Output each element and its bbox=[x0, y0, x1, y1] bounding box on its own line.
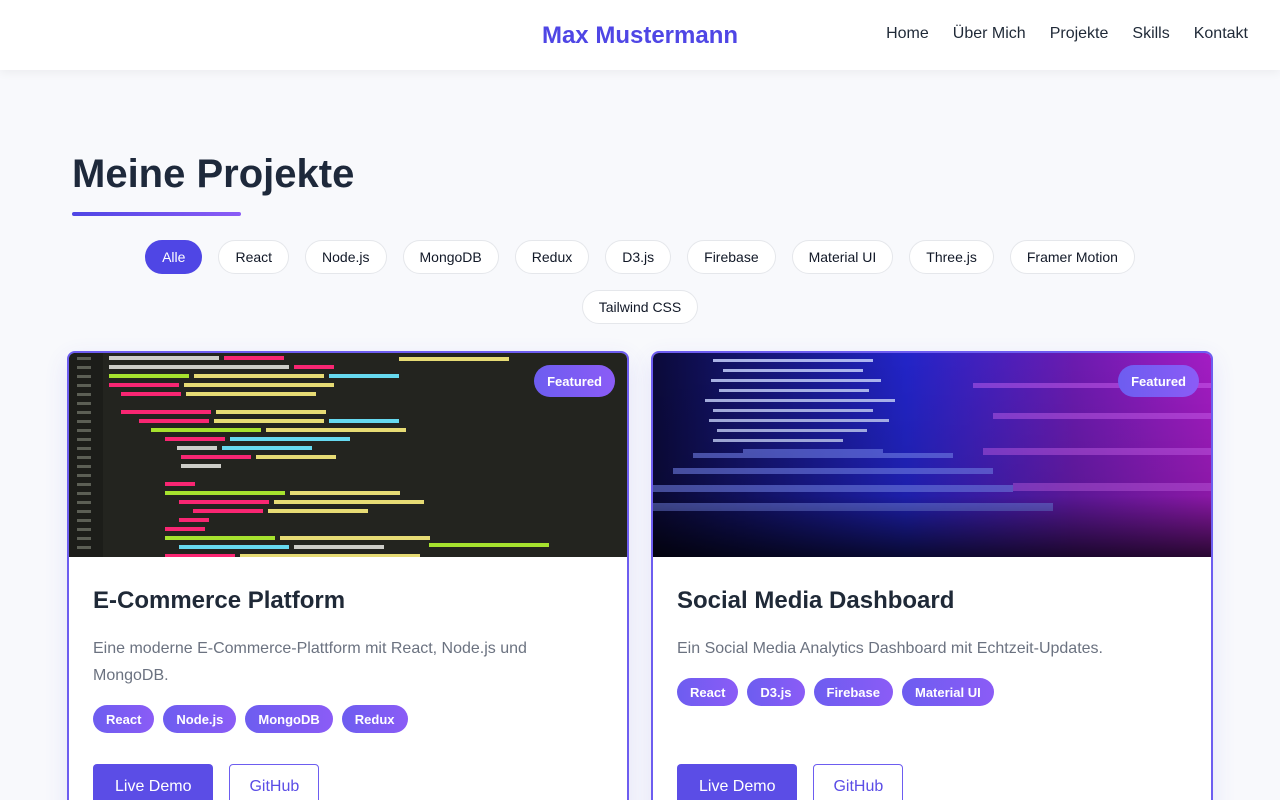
tag-d3js: D3.js bbox=[747, 678, 805, 706]
main-nav: Home Über Mich Projekte Skills Kontakt bbox=[886, 25, 1248, 43]
filter-nodejs[interactable]: Node.js bbox=[305, 240, 387, 274]
filter-threejs[interactable]: Three.js bbox=[909, 240, 994, 274]
tag-list: React Node.js MongoDB Redux bbox=[93, 705, 603, 733]
card-actions: Live Demo GitHub bbox=[677, 764, 904, 800]
filter-redux[interactable]: Redux bbox=[514, 240, 590, 274]
page-title: Meine Projekte bbox=[72, 152, 355, 196]
filter-framer-motion[interactable]: Framer Motion bbox=[1009, 240, 1135, 274]
tag-react: React bbox=[677, 678, 739, 706]
project-description: Eine moderne E-Commerce-Plattform mit Re… bbox=[93, 640, 527, 684]
filter-mongodb[interactable]: MongoDB bbox=[402, 240, 499, 274]
tag-react: React bbox=[93, 705, 155, 733]
nav-projects[interactable]: Projekte bbox=[1050, 25, 1109, 43]
nav-skills[interactable]: Skills bbox=[1132, 25, 1169, 43]
project-card[interactable]: Featured E-Commerce Platform Eine modern… bbox=[67, 351, 629, 800]
tag-redux: Redux bbox=[341, 705, 408, 733]
brand-name[interactable]: Max Mustermann bbox=[542, 22, 738, 49]
card-actions: Live Demo GitHub bbox=[93, 764, 320, 800]
nav-home[interactable]: Home bbox=[886, 25, 929, 43]
github-button[interactable]: GitHub bbox=[813, 764, 904, 800]
tag-firebase: Firebase bbox=[813, 678, 893, 706]
project-title: Social Media Dashboard bbox=[677, 587, 955, 614]
filter-all[interactable]: Alle bbox=[145, 240, 203, 274]
nav-contact[interactable]: Kontakt bbox=[1194, 25, 1248, 43]
filter-tailwind-css[interactable]: Tailwind CSS bbox=[581, 290, 699, 324]
tag-material-ui: Material UI bbox=[901, 678, 994, 706]
filter-react[interactable]: React bbox=[218, 240, 290, 274]
project-description: Ein Social Media Analytics Dashboard mit… bbox=[677, 640, 1103, 657]
filter-firebase[interactable]: Firebase bbox=[687, 240, 776, 274]
project-thumbnail: Featured bbox=[653, 353, 1211, 557]
featured-badge: Featured bbox=[1118, 365, 1199, 397]
project-card[interactable]: Featured Social Media Dashboard Ein Soci… bbox=[651, 351, 1213, 800]
site-header: Max Mustermann Home Über Mich Projekte S… bbox=[0, 0, 1280, 70]
filter-d3js[interactable]: D3.js bbox=[605, 240, 672, 274]
title-underline bbox=[72, 212, 241, 216]
nav-about[interactable]: Über Mich bbox=[953, 25, 1026, 43]
github-button[interactable]: GitHub bbox=[229, 764, 320, 800]
filter-material-ui[interactable]: Material UI bbox=[791, 240, 894, 274]
tag-nodejs: Node.js bbox=[163, 705, 237, 733]
tag-mongodb: MongoDB bbox=[245, 705, 333, 733]
live-demo-button[interactable]: Live Demo bbox=[677, 764, 798, 800]
tag-list: React D3.js Firebase Material UI bbox=[677, 678, 1187, 706]
live-demo-button[interactable]: Live Demo bbox=[93, 764, 214, 800]
filter-bar: Alle React Node.js MongoDB Redux D3.js F… bbox=[120, 240, 1160, 324]
featured-badge: Featured bbox=[534, 365, 615, 397]
project-title: E-Commerce Platform bbox=[93, 587, 346, 614]
project-thumbnail: Featured bbox=[69, 353, 627, 557]
